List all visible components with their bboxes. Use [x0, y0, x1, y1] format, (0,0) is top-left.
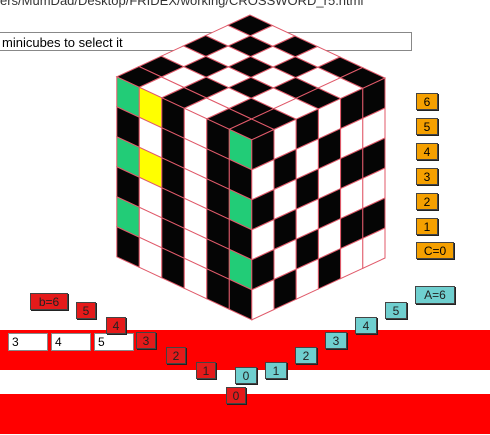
a-button-4[interactable]: 4 [355, 317, 377, 334]
b-button-1[interactable]: 1 [196, 362, 216, 379]
c-button-6[interactable]: 6 [416, 93, 438, 110]
a-button-1[interactable]: 1 [265, 362, 287, 379]
c-button-5[interactable]: 5 [416, 118, 438, 135]
c-button-4[interactable]: 4 [416, 143, 438, 160]
b-button-3[interactable]: 3 [136, 332, 156, 349]
b-button-6[interactable]: b=6 [30, 293, 68, 310]
input-field-2[interactable]: 4 [51, 333, 91, 351]
input-field-3[interactable]: 5 [94, 333, 134, 351]
b-button-0[interactable]: 0 [226, 387, 246, 404]
b-button-4[interactable]: 4 [106, 317, 126, 334]
a-button-3[interactable]: 3 [325, 332, 347, 349]
a-button-5[interactable]: 5 [385, 302, 407, 319]
a-button-6[interactable]: A=6 [415, 286, 455, 304]
b-button-5[interactable]: 5 [76, 302, 96, 319]
c-button-3[interactable]: 3 [416, 168, 438, 185]
c-button-0[interactable]: C=0 [416, 242, 454, 259]
c-button-2[interactable]: 2 [416, 193, 438, 210]
input-field-1[interactable]: 3 [8, 333, 48, 351]
a-button-0[interactable]: 0 [235, 367, 257, 384]
c-button-1[interactable]: 1 [416, 218, 438, 235]
b-button-2[interactable]: 2 [166, 347, 186, 364]
a-button-2[interactable]: 2 [295, 347, 317, 364]
